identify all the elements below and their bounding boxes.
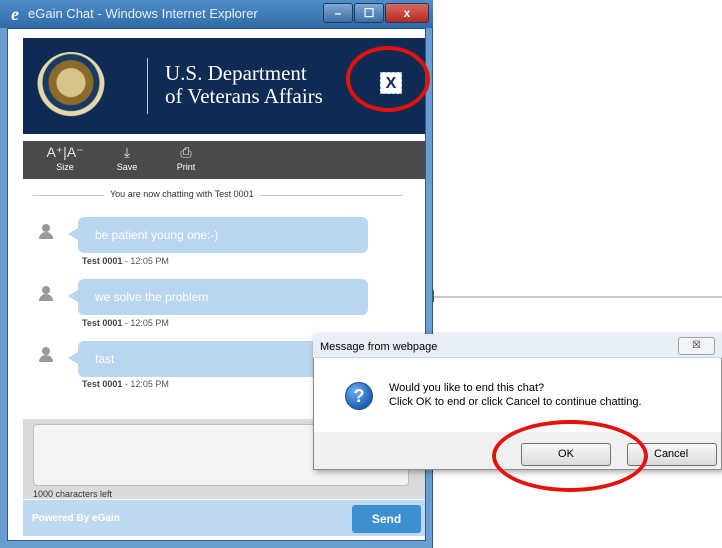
- dialog-title: Message from webpage: [320, 341, 438, 353]
- dialog-message-line1: Would you like to end this chat?: [389, 382, 545, 394]
- agency-name: U.S. Department of Veterans Affairs: [165, 62, 323, 108]
- header-divider: [147, 58, 148, 114]
- message-author: Test 0001: [82, 379, 123, 389]
- chat-status-text: You are now chatting with Test 0001: [104, 189, 260, 199]
- bubble-tail: [68, 290, 78, 302]
- powered-by-text: Powered By eGain: [32, 513, 120, 524]
- save-button[interactable]: ⤓ Save: [107, 141, 147, 179]
- maximize-button[interactable]: ☐: [354, 3, 384, 23]
- message-bubble: be patient young one:-): [78, 217, 368, 253]
- message-author: Test 0001: [82, 256, 123, 266]
- message-meta: Test 0001 - 12:05 PM: [82, 256, 169, 266]
- print-label: Print: [176, 162, 196, 172]
- size-label: Size: [56, 162, 74, 172]
- printer-icon: ⎙: [180, 144, 192, 160]
- message-time: - 12:05 PM: [124, 318, 169, 328]
- message-meta: Test 0001 - 12:05 PM: [82, 379, 169, 389]
- agent-avatar-icon: [38, 224, 54, 240]
- dialog-message-line2: Click OK to end or click Cancel to conti…: [389, 396, 642, 408]
- download-icon: ⤓: [123, 144, 131, 160]
- message-bubble: we solve the problem: [78, 279, 368, 315]
- bubble-tail: [68, 228, 78, 240]
- message-time: - 12:05 PM: [124, 379, 169, 389]
- message-time: - 12:05 PM: [124, 256, 169, 266]
- characters-left: 1000 characters left: [33, 489, 113, 499]
- powered-prefix: Powered By: [32, 513, 93, 524]
- window-title: eGain Chat - Windows Internet Explorer: [28, 6, 258, 21]
- agent-avatar-icon: [38, 286, 54, 302]
- save-label: Save: [116, 162, 138, 172]
- minimize-button[interactable]: –: [323, 3, 353, 23]
- window-close-button[interactable]: x: [385, 3, 429, 23]
- agent-avatar-icon: [38, 347, 54, 363]
- background-divider: [433, 296, 722, 298]
- agency-name-line2: of Veterans Affairs: [165, 84, 323, 108]
- bubble-tail: [68, 352, 78, 364]
- va-seal-logo: [37, 52, 105, 120]
- agency-name-line1: U.S. Department: [165, 61, 307, 85]
- highlight-circle-close: [346, 46, 430, 112]
- send-button[interactable]: Send: [352, 505, 421, 533]
- print-button[interactable]: ⎙ Print: [166, 141, 206, 179]
- message-author: Test 0001: [82, 318, 123, 328]
- egain-brand-link[interactable]: eGain: [92, 513, 120, 524]
- dialog-close-button[interactable]: ☒: [678, 337, 715, 355]
- highlight-circle-ok: [492, 420, 648, 492]
- question-icon: ?: [345, 382, 373, 410]
- message-meta: Test 0001 - 12:05 PM: [82, 318, 169, 328]
- size-button[interactable]: A⁺|A⁻ Size: [45, 141, 85, 179]
- text-size-icon: A⁺|A⁻: [46, 144, 84, 160]
- internet-explorer-logo-icon: e: [11, 4, 19, 24]
